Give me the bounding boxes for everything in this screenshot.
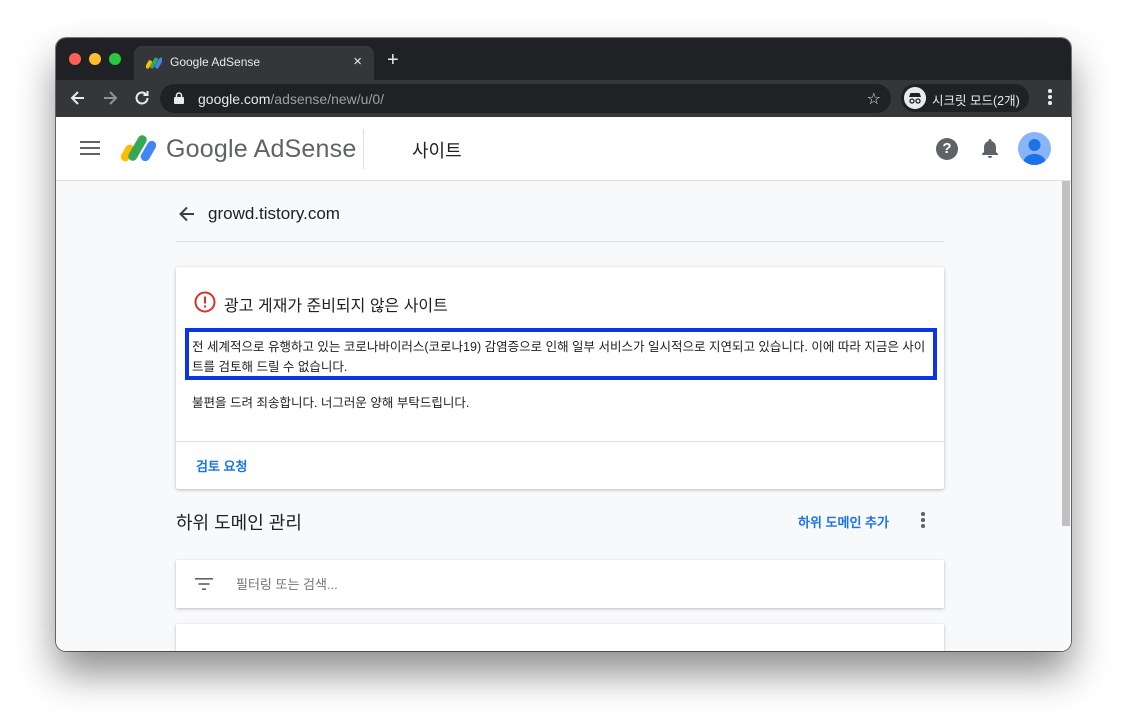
apology-message: 불편을 드려 죄송합니다. 너그러운 양해 부탁드립니다.: [192, 396, 470, 410]
subdomain-list: [176, 624, 944, 651]
tab-strip: Google AdSense × +: [56, 38, 1071, 80]
adsense-favicon-icon: [146, 57, 162, 69]
url-host: google.com: [198, 91, 271, 107]
close-window-button[interactable]: [69, 53, 81, 65]
add-subdomain-button[interactable]: 하위 도메인 추가: [798, 512, 889, 531]
page-section-title: 사이트: [412, 141, 462, 161]
page-scrollbar[interactable]: [1062, 181, 1070, 526]
filter-icon[interactable]: [195, 577, 213, 591]
more-options-icon[interactable]: [918, 512, 928, 530]
lock-icon: [174, 92, 184, 104]
more-icon[interactable]: [1042, 89, 1058, 109]
covid-delay-message: 전 세계적으로 유행하고 있는 코로나바이러스(코로나19) 감염증으로 인해 …: [192, 340, 926, 374]
address-bar[interactable]: google.com/adsense/new/u/0/ ☆: [160, 84, 891, 113]
avatar[interactable]: [1018, 132, 1051, 165]
user-avatar-icon: [1023, 139, 1046, 165]
forward-icon[interactable]: [100, 88, 120, 108]
browser-window: Google AdSense × + google.com/adsense/ne…: [56, 38, 1071, 651]
help-icon[interactable]: ?: [936, 138, 958, 160]
filter-bar: [176, 560, 944, 608]
maximize-window-button[interactable]: [109, 53, 121, 65]
back-arrow-icon[interactable]: [178, 205, 196, 223]
header-divider: [363, 129, 364, 169]
back-icon[interactable]: [68, 88, 88, 108]
site-header: growd.tistory.com: [176, 201, 944, 229]
reload-icon[interactable]: [132, 88, 152, 108]
incognito-icon: [904, 87, 926, 109]
notifications-icon[interactable]: [980, 137, 1000, 159]
adsense-logo-icon: [120, 135, 156, 162]
incognito-label: 시크릿 모드(2개): [932, 94, 1020, 108]
tab-adsense[interactable]: Google AdSense ×: [134, 46, 374, 80]
subdomain-section-title: 하위 도메인 관리: [176, 513, 302, 533]
adsense-header: Google AdSense 사이트 ?: [56, 117, 1071, 181]
browser-toolbar: google.com/adsense/new/u/0/ ☆ 시크릿 모드(2개): [56, 80, 1071, 117]
url-path: /adsense/new/u/0/: [270, 91, 385, 107]
logo-text: Google AdSense: [166, 135, 357, 163]
new-tab-button[interactable]: +: [387, 50, 399, 70]
tab-title: Google AdSense: [170, 55, 261, 69]
incognito-indicator[interactable]: 시크릿 모드(2개): [901, 84, 1029, 112]
tab-close-icon[interactable]: ×: [353, 54, 362, 69]
header-divider-line: [176, 241, 944, 242]
star-icon[interactable]: ☆: [867, 89, 881, 109]
card-divider: [176, 441, 944, 442]
filter-search-input[interactable]: [236, 570, 916, 598]
menu-icon[interactable]: [80, 141, 100, 157]
request-review-button[interactable]: 검토 요청: [196, 456, 247, 475]
url-text: google.com/adsense/new/u/0/: [198, 91, 384, 107]
site-name: growd.tistory.com: [208, 204, 340, 223]
error-icon: [194, 291, 216, 313]
minimize-window-button[interactable]: [89, 53, 101, 65]
alert-title: 광고 게재가 준비되지 않은 사이트: [224, 298, 448, 315]
main-content: growd.tistory.com 광고 게재가 준비되지 않은 사이트 전 세…: [56, 181, 1071, 651]
alert-card: 광고 게재가 준비되지 않은 사이트 전 세계적으로 유행하고 있는 코로나바이…: [176, 267, 944, 489]
